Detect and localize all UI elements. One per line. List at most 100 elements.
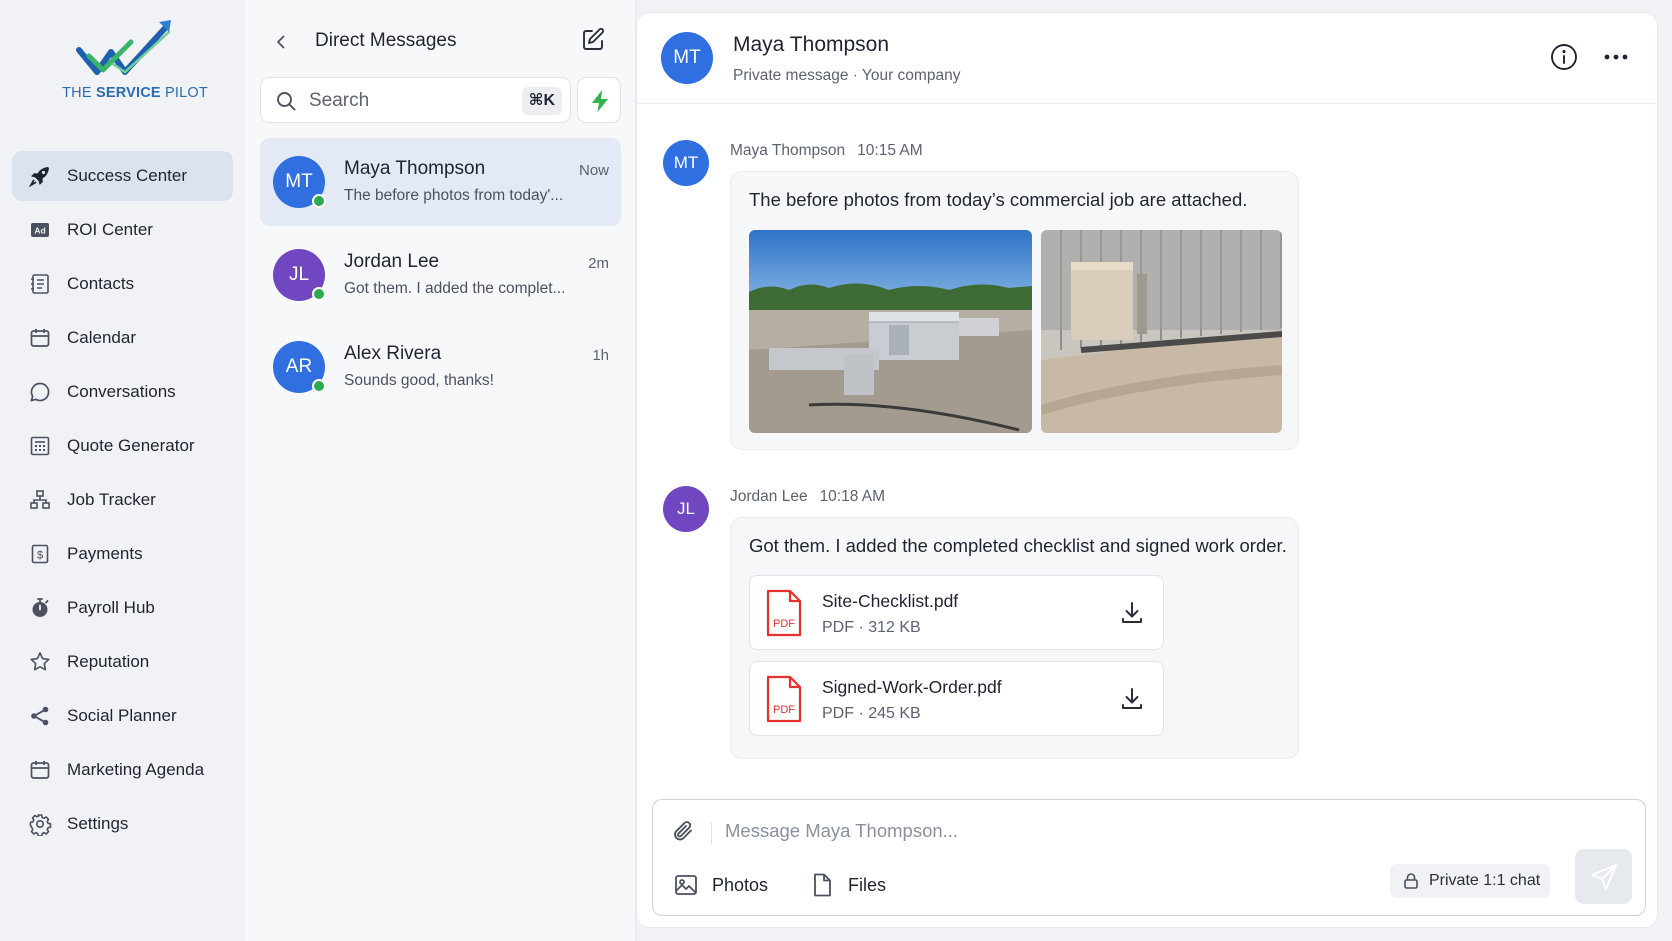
logo-mark-icon bbox=[76, 20, 171, 75]
contacts-icon bbox=[31, 274, 49, 294]
file-attachment[interactable]: PDF Signed-Work-Order.pdf PDF · 245 KB bbox=[749, 661, 1164, 736]
privacy-label: Private 1:1 chat bbox=[1429, 872, 1541, 889]
file-name: Signed-Work-Order.pdf bbox=[822, 677, 1002, 697]
conversation-preview: Sounds good, thanks! bbox=[344, 372, 494, 389]
avatar: JL bbox=[663, 486, 709, 532]
file-attachment[interactable]: PDF Site-Checklist.pdf PDF · 312 KB bbox=[749, 575, 1164, 650]
lightning-bolt-icon bbox=[592, 90, 608, 112]
quick-actions-button[interactable] bbox=[577, 77, 621, 123]
download-icon[interactable] bbox=[1119, 600, 1145, 626]
sidebar-item-label: Payroll Hub bbox=[67, 598, 155, 617]
hvac-unit-by-metal-wall-photo[interactable] bbox=[1041, 230, 1282, 433]
compose-icon[interactable] bbox=[579, 26, 607, 54]
svg-text:$: $ bbox=[37, 550, 43, 562]
search-box: ⌘K bbox=[260, 77, 571, 123]
message-author: Jordan Lee bbox=[730, 488, 808, 505]
sidebar-item-settings[interactable]: Settings bbox=[12, 799, 233, 849]
sidebar-item-quote-generator[interactable]: Quote Generator bbox=[12, 421, 233, 471]
more-options-icon[interactable] bbox=[1601, 42, 1631, 72]
dollar-icon: $ bbox=[31, 544, 49, 564]
sidebar-nav: Success Center Ad ROI Center Contacts Ca… bbox=[12, 151, 233, 853]
files-label: Files bbox=[848, 874, 887, 895]
sidebar-item-contacts[interactable]: Contacts bbox=[12, 259, 233, 309]
download-icon[interactable] bbox=[1119, 686, 1145, 712]
page-title: Direct Messages bbox=[315, 30, 457, 51]
brand-logo[interactable]: THE SERVICE PILOT bbox=[55, 18, 215, 108]
message-bubble: The before photos from today’s commercia… bbox=[730, 171, 1299, 450]
sidebar-item-payroll-hub[interactable]: Payroll Hub bbox=[12, 583, 233, 633]
sidebar-item-marketing-agenda[interactable]: Marketing Agenda bbox=[12, 745, 233, 795]
photos-button[interactable]: Photos bbox=[673, 870, 768, 900]
sidebar-item-job-tracker[interactable]: Job Tracker bbox=[12, 475, 233, 525]
hierarchy-icon bbox=[30, 490, 50, 509]
chat-bubble-icon bbox=[30, 382, 50, 402]
sidebar-item-conversations[interactable]: Conversations bbox=[12, 367, 233, 417]
pdf-file-icon: PDF bbox=[766, 675, 802, 723]
dm-header: Direct Messages bbox=[245, 22, 636, 62]
svg-text:PDF: PDF bbox=[773, 618, 795, 630]
send-button[interactable] bbox=[1575, 849, 1632, 904]
chevron-left-icon[interactable] bbox=[269, 30, 293, 54]
calendar-icon bbox=[30, 761, 50, 779]
sidebar-item-label: Job Tracker bbox=[67, 490, 156, 509]
message-composer: Photos Files Private 1:1 chat bbox=[652, 799, 1646, 916]
sidebar-item-label: Social Planner bbox=[67, 706, 177, 725]
chat-header: MT Maya Thompson Private message · Your … bbox=[637, 13, 1657, 104]
rooftop-hvac-units-photo[interactable] bbox=[749, 230, 1032, 433]
message-text: The before photos from today’s commercia… bbox=[749, 189, 1248, 210]
sidebar-item-payments[interactable]: $ Payments bbox=[12, 529, 233, 579]
sidebar-item-calendar[interactable]: Calendar bbox=[12, 313, 233, 363]
sidebar-item-reputation[interactable]: Reputation bbox=[12, 637, 233, 687]
sidebar-item-label: Success Center bbox=[67, 166, 187, 185]
sidebar-item-label: ROI Center bbox=[67, 220, 153, 239]
sidebar-item-label: Reputation bbox=[67, 652, 150, 671]
conversation-preview: The before photos from today'... bbox=[344, 187, 564, 204]
message-meta: Maya Thompson 10:15 AM bbox=[730, 142, 923, 160]
search-input[interactable] bbox=[309, 86, 499, 116]
star-icon bbox=[30, 652, 50, 671]
sidebar-item-success-center[interactable]: Success Center bbox=[12, 151, 233, 201]
brand-name: THE SERVICE PILOT bbox=[62, 85, 208, 101]
lock-icon bbox=[1404, 873, 1418, 889]
sidebar-item-roi-center[interactable]: Ad ROI Center bbox=[12, 205, 233, 255]
message-meta: Jordan Lee 10:18 AM bbox=[730, 488, 885, 506]
ad-icon: Ad bbox=[31, 223, 49, 237]
calculator-icon bbox=[30, 436, 50, 456]
stopwatch-icon bbox=[32, 598, 49, 617]
conversation-name: Maya Thompson bbox=[344, 158, 486, 179]
sidebar-item-label: Contacts bbox=[67, 274, 135, 293]
file-name: Site-Checklist.pdf bbox=[822, 591, 959, 611]
sidebar-item-label: Settings bbox=[67, 814, 129, 833]
paperclip-icon[interactable] bbox=[670, 818, 696, 844]
conversation-item-maya-thompson[interactable]: MT Maya Thompson Now The before photos f… bbox=[260, 138, 621, 226]
direct-messages-panel: Direct Messages ⌘K MT Maya Thompson Now … bbox=[245, 0, 636, 941]
photos-label: Photos bbox=[712, 874, 769, 895]
message-author: Maya Thompson bbox=[730, 142, 846, 159]
sidebar-item-label: Quote Generator bbox=[67, 436, 195, 455]
gear-icon bbox=[29, 814, 52, 836]
chat-panel: MT Maya Thompson Private message · Your … bbox=[636, 12, 1658, 928]
send-icon bbox=[1591, 864, 1617, 890]
conversation-item-alex-rivera[interactable]: AR Alex Rivera 1h Sounds good, thanks! bbox=[260, 323, 621, 411]
svg-text:Ad: Ad bbox=[34, 226, 45, 236]
message-text: Got them. I added the completed checklis… bbox=[749, 535, 1287, 556]
sidebar: THE SERVICE PILOT Success Center Ad ROI … bbox=[0, 0, 245, 941]
search-icon bbox=[277, 92, 296, 111]
rocket-icon bbox=[28, 167, 49, 188]
message-input[interactable] bbox=[725, 816, 1425, 846]
avatar: MT bbox=[663, 140, 709, 186]
sidebar-item-social-planner[interactable]: Social Planner bbox=[12, 691, 233, 741]
divider bbox=[711, 822, 712, 844]
files-button[interactable]: Files bbox=[809, 870, 886, 900]
message-time: 10:15 AM bbox=[857, 142, 923, 159]
share-icon bbox=[31, 706, 49, 726]
conversation-name: Alex Rivera bbox=[344, 343, 442, 364]
conversation-item-jordan-lee[interactable]: JL Jordan Lee 2m Got them. I added the c… bbox=[260, 231, 621, 319]
online-status-dot bbox=[312, 194, 326, 208]
info-icon[interactable] bbox=[1549, 42, 1579, 72]
sidebar-item-label: Conversations bbox=[67, 382, 176, 401]
chat-recipient-name: Maya Thompson bbox=[733, 33, 890, 56]
avatar[interactable]: MT bbox=[661, 32, 713, 84]
sidebar-item-label: Marketing Agenda bbox=[67, 760, 205, 779]
svg-text:PDF: PDF bbox=[773, 704, 795, 716]
